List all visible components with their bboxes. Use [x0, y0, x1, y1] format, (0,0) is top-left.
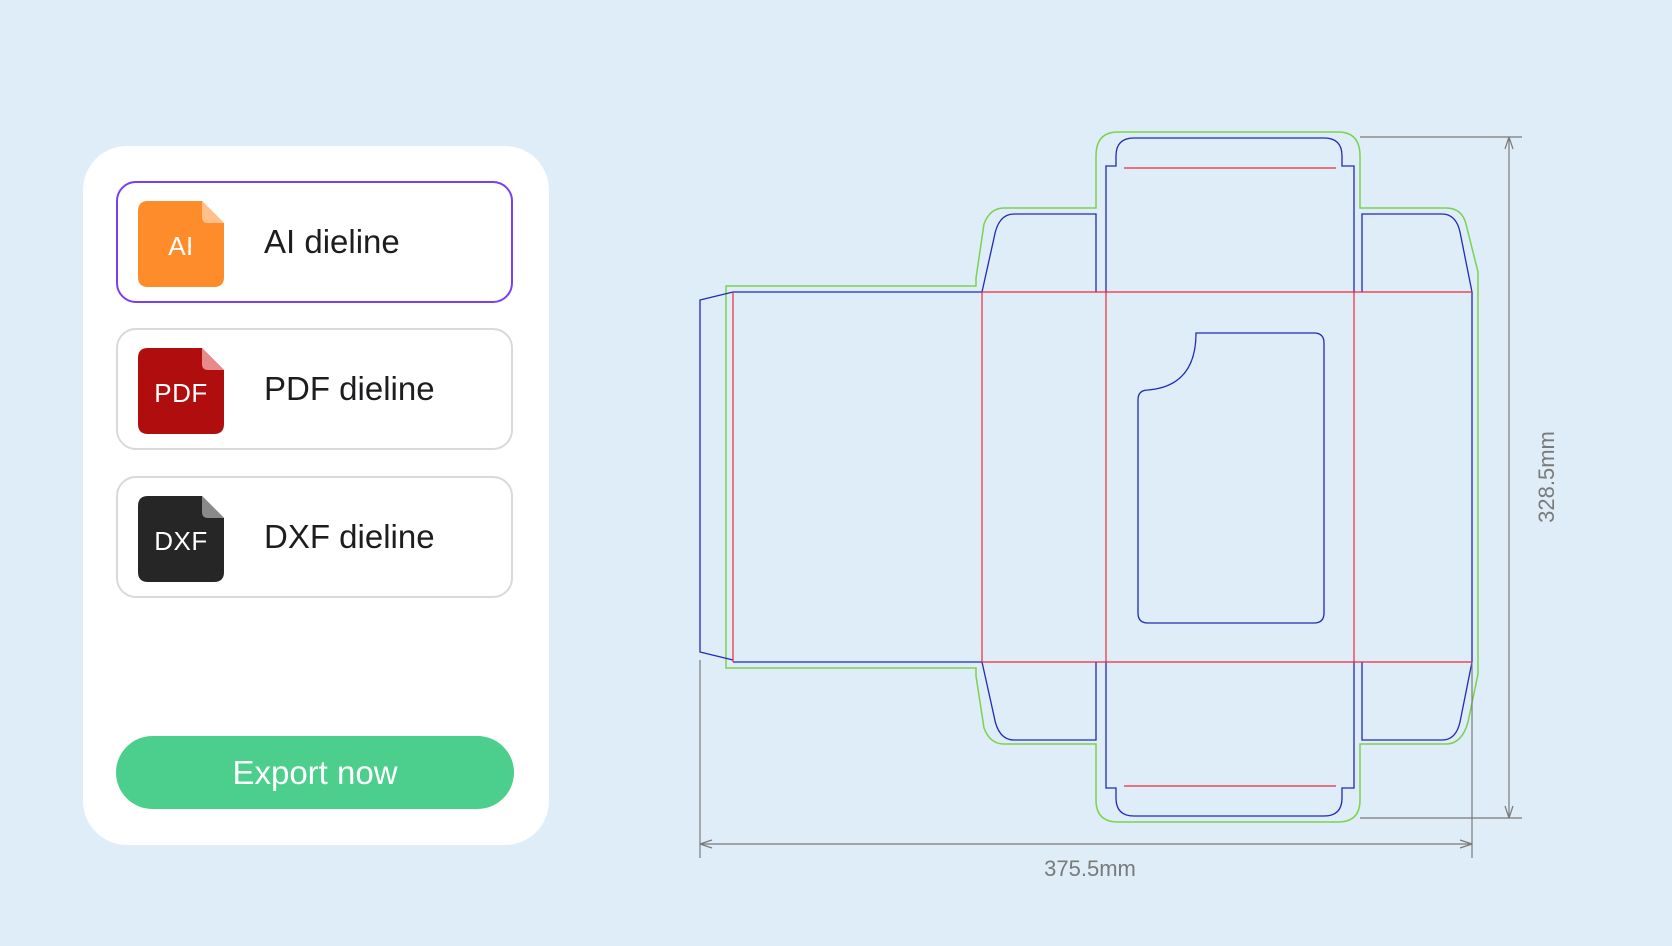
window-cutout	[1137, 332, 1325, 624]
dust-flap-top-left	[981, 213, 1097, 293]
glue-flap	[699, 291, 734, 661]
dust-flap-bottom-right	[1361, 661, 1473, 741]
dimension-lines	[699, 136, 1522, 858]
tuck-flap-top	[1105, 137, 1355, 292]
dust-flap-bottom-left	[981, 661, 1097, 741]
height-dimension-label: 328.5mm	[1534, 431, 1559, 523]
cut-lines	[699, 137, 1473, 817]
width-dimension-label: 375.5mm	[1044, 856, 1136, 881]
dust-flap-top-right	[1361, 213, 1473, 293]
tuck-flap-bottom	[1105, 662, 1355, 817]
box-dieline-drawing	[699, 131, 1522, 858]
bleed-outline	[725, 131, 1479, 823]
fold-lines	[732, 167, 1472, 787]
